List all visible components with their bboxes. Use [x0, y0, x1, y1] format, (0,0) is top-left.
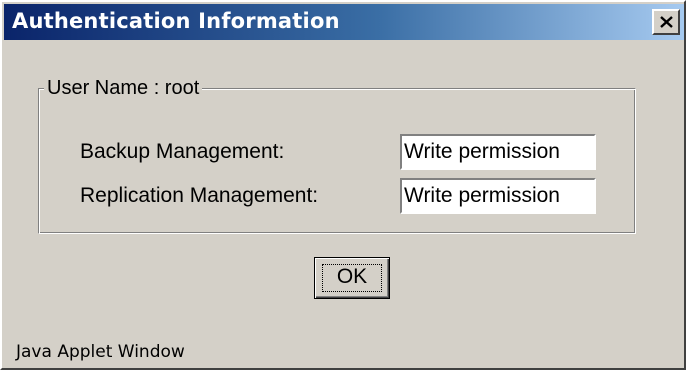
window-title: Authentication Information: [12, 9, 340, 33]
dialog-window: Authentication Information User Name : r…: [0, 0, 686, 370]
title-bar[interactable]: Authentication Information: [4, 4, 684, 40]
ok-button[interactable]: OK: [314, 257, 390, 299]
replication-permission-field: Write permission: [400, 178, 596, 214]
group-legend-username: User Name : root: [44, 76, 203, 100]
backup-permission-field: Write permission: [400, 134, 596, 170]
replication-management-label: Replication Management:: [80, 184, 319, 207]
close-icon: [660, 16, 673, 28]
close-button[interactable]: [652, 9, 680, 35]
backup-management-label: Backup Management:: [80, 140, 285, 163]
applet-status-text: Java Applet Window: [16, 342, 185, 362]
ok-button-label: OK: [336, 265, 368, 288]
